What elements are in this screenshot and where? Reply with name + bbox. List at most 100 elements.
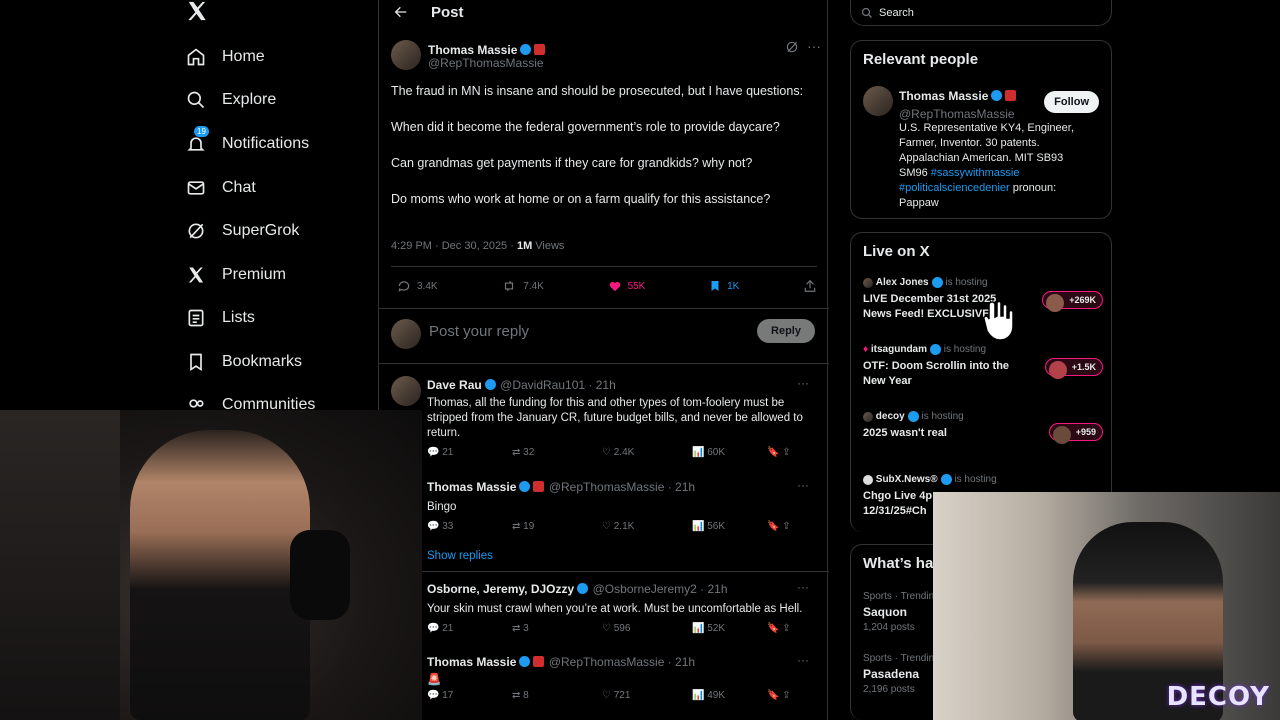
reply-item[interactable]: Osborne, Jeremy, DJOzzy @OsborneJeremy2 … [379, 580, 829, 646]
search-input[interactable]: Search [850, 0, 1112, 26]
bookmark-icon[interactable]: 🔖 ⇪ [767, 690, 791, 701]
list-icon [186, 308, 206, 328]
nav-explore[interactable]: Explore [186, 84, 276, 116]
live-item[interactable]: decoy is hosting 2025 wasn't real +959 [863, 411, 1103, 444]
repost-action[interactable]: 7.4K [501, 279, 544, 293]
post-author-handle[interactable]: @RepThomasMassie [428, 56, 544, 70]
more-options-icon[interactable]: ··· [797, 580, 809, 594]
show-replies-link[interactable]: Show replies [427, 550, 493, 562]
mail-icon [186, 178, 206, 198]
post-author-row: Thomas Massie @RepThomasMassie ··· [391, 38, 821, 72]
reply-handle[interactable]: @RepThomasMassie · 21h [549, 655, 695, 669]
nav-supergrok[interactable]: SuperGrok [186, 215, 299, 247]
trend-item[interactable]: Sports · Trending Pasadena 2,196 posts [863, 653, 940, 695]
bookmark-icon[interactable]: 🔖 ⇪ [767, 447, 791, 458]
bookshelf [0, 410, 120, 720]
follow-button[interactable]: Follow [1044, 91, 1099, 113]
post-timestamp[interactable]: 4:29 PM · Dec 30, 2025 · [391, 240, 517, 252]
grok-icon[interactable] [785, 40, 799, 54]
hashtag-link[interactable]: #sassywithmassie [931, 167, 1020, 179]
like-count[interactable]: ♡ 596 [602, 623, 692, 634]
verified-badge-icon [519, 656, 531, 668]
verified-badge-icon [930, 344, 942, 355]
reply-handle[interactable]: @RepThomasMassie · 21h [549, 480, 695, 494]
nav-premium[interactable]: Premium [186, 259, 286, 291]
reply-item[interactable]: Thomas Massie @RepThomasMassie · 21h ···… [379, 653, 829, 719]
reply-count[interactable]: 💬 17 [427, 690, 512, 701]
post-author-name[interactable]: Thomas Massie [428, 43, 517, 57]
nav-lists[interactable]: Lists [186, 302, 255, 334]
view-count[interactable]: 📊 49K [692, 690, 767, 701]
hashtag-link[interactable]: #politicalsciencedenier [899, 182, 1010, 194]
reply-text: Your skin must crawl when you’re at work… [427, 603, 803, 615]
views-count: 1M [516, 240, 533, 252]
x-logo-icon[interactable] [186, 0, 210, 24]
trend-name: Saquon [863, 605, 907, 619]
view-count[interactable]: 📊 52K [692, 623, 767, 634]
nav-bookmarks[interactable]: Bookmarks [186, 346, 302, 378]
reply-count[interactable]: 💬 21 [427, 447, 512, 458]
communities-icon [186, 396, 206, 410]
reply-stats: 💬 33 ⇄ 19 ♡ 2.1K 📊 56K 🔖 ⇪ [427, 521, 817, 532]
government-badge-icon [1005, 90, 1017, 102]
nav-home[interactable]: Home [186, 41, 265, 73]
nav-chat[interactable]: Chat [186, 172, 256, 204]
view-count[interactable]: 📊 60K [692, 447, 767, 458]
relevant-person-name[interactable]: Thomas Massie [899, 89, 988, 103]
reply-author-name[interactable]: Dave Rau [427, 378, 482, 392]
bookmark-action[interactable]: 1K [709, 279, 739, 293]
more-options-icon[interactable]: ··· [797, 376, 809, 390]
share-action[interactable] [803, 279, 817, 293]
live-host: Alex Jones [875, 277, 929, 289]
reply-author-name[interactable]: Osborne, Jeremy, DJOzzy [427, 582, 574, 596]
more-options-icon[interactable]: ··· [807, 39, 821, 53]
page: Home Explore 19 Notifications Chat Super… [0, 0, 1280, 720]
nav-explore-label: Explore [222, 91, 277, 108]
avatar [391, 319, 421, 349]
reply-count: 3.4K [417, 280, 438, 292]
reply-count[interactable]: 💬 33 [427, 521, 512, 532]
repost-count: 7.4K [523, 280, 544, 292]
reply-author-name[interactable]: Thomas Massie [427, 655, 516, 669]
like-count: 55K [627, 280, 646, 292]
bookmark-icon[interactable]: 🔖 ⇪ [767, 623, 791, 634]
reply-handle[interactable]: @DavidRau101 · 21h [500, 378, 616, 392]
bookmark-icon[interactable]: 🔖 ⇪ [767, 521, 791, 532]
reply-stats: 💬 17 ⇄ 8 ♡ 721 📊 49K 🔖 ⇪ [427, 690, 817, 701]
reply-count[interactable]: 💬 21 [427, 623, 512, 634]
avatar [863, 474, 873, 485]
reply-item[interactable]: Dave Rau @DavidRau101 · 21h ··· Thomas, … [379, 374, 829, 464]
avatar[interactable] [391, 40, 421, 70]
reply-item[interactable]: Thomas Massie @RepThomasMassie · 21h ···… [379, 478, 829, 544]
more-options-icon[interactable]: ··· [797, 653, 809, 667]
relevant-people-title: Relevant people [863, 51, 979, 68]
like-count[interactable]: ♡ 721 [602, 690, 692, 701]
view-count[interactable]: 📊 56K [692, 521, 767, 532]
bookmark-filled-icon [709, 279, 721, 293]
repost-count[interactable]: ⇄ 3 [512, 623, 602, 634]
reply-handle[interactable]: @OsborneJeremy2 · 21h [593, 582, 728, 596]
verified-badge-icon [991, 90, 1003, 102]
like-count[interactable]: ♡ 2.4K [602, 447, 692, 458]
reply-stats: 💬 21 ⇄ 3 ♡ 596 📊 52K 🔖 ⇪ [427, 623, 817, 634]
like-count[interactable]: ♡ 2.1K [602, 521, 692, 532]
nav-communities[interactable]: Communities [186, 390, 315, 410]
reply-action[interactable]: 3.4K [397, 279, 438, 293]
reply-input[interactable]: Post your reply [429, 323, 529, 340]
post-paragraph: Do moms who work at home or on a farm qu… [391, 192, 771, 206]
trend-item[interactable]: Sports · Trending Saquon 1,204 posts [863, 591, 940, 633]
live-item[interactable]: ♦ itsagundam is hosting OTF: Doom Scroll… [863, 344, 1103, 389]
repost-count[interactable]: ⇄ 32 [512, 447, 602, 458]
more-options-icon[interactable]: ··· [797, 478, 809, 492]
repost-count[interactable]: ⇄ 19 [512, 521, 602, 532]
avatar[interactable] [863, 86, 893, 116]
nav-notifications[interactable]: 19 Notifications [186, 126, 309, 160]
like-action[interactable]: 55K [608, 279, 646, 293]
reply-author-name[interactable]: Thomas Massie [427, 480, 516, 494]
repost-count[interactable]: ⇄ 8 [512, 690, 602, 701]
verified-badge-icon [519, 481, 531, 493]
relevant-person-handle[interactable]: @RepThomasMassie [899, 107, 1016, 121]
back-arrow-icon[interactable] [393, 4, 409, 20]
reply-button[interactable]: Reply [757, 319, 815, 343]
avatar[interactable] [391, 376, 421, 406]
